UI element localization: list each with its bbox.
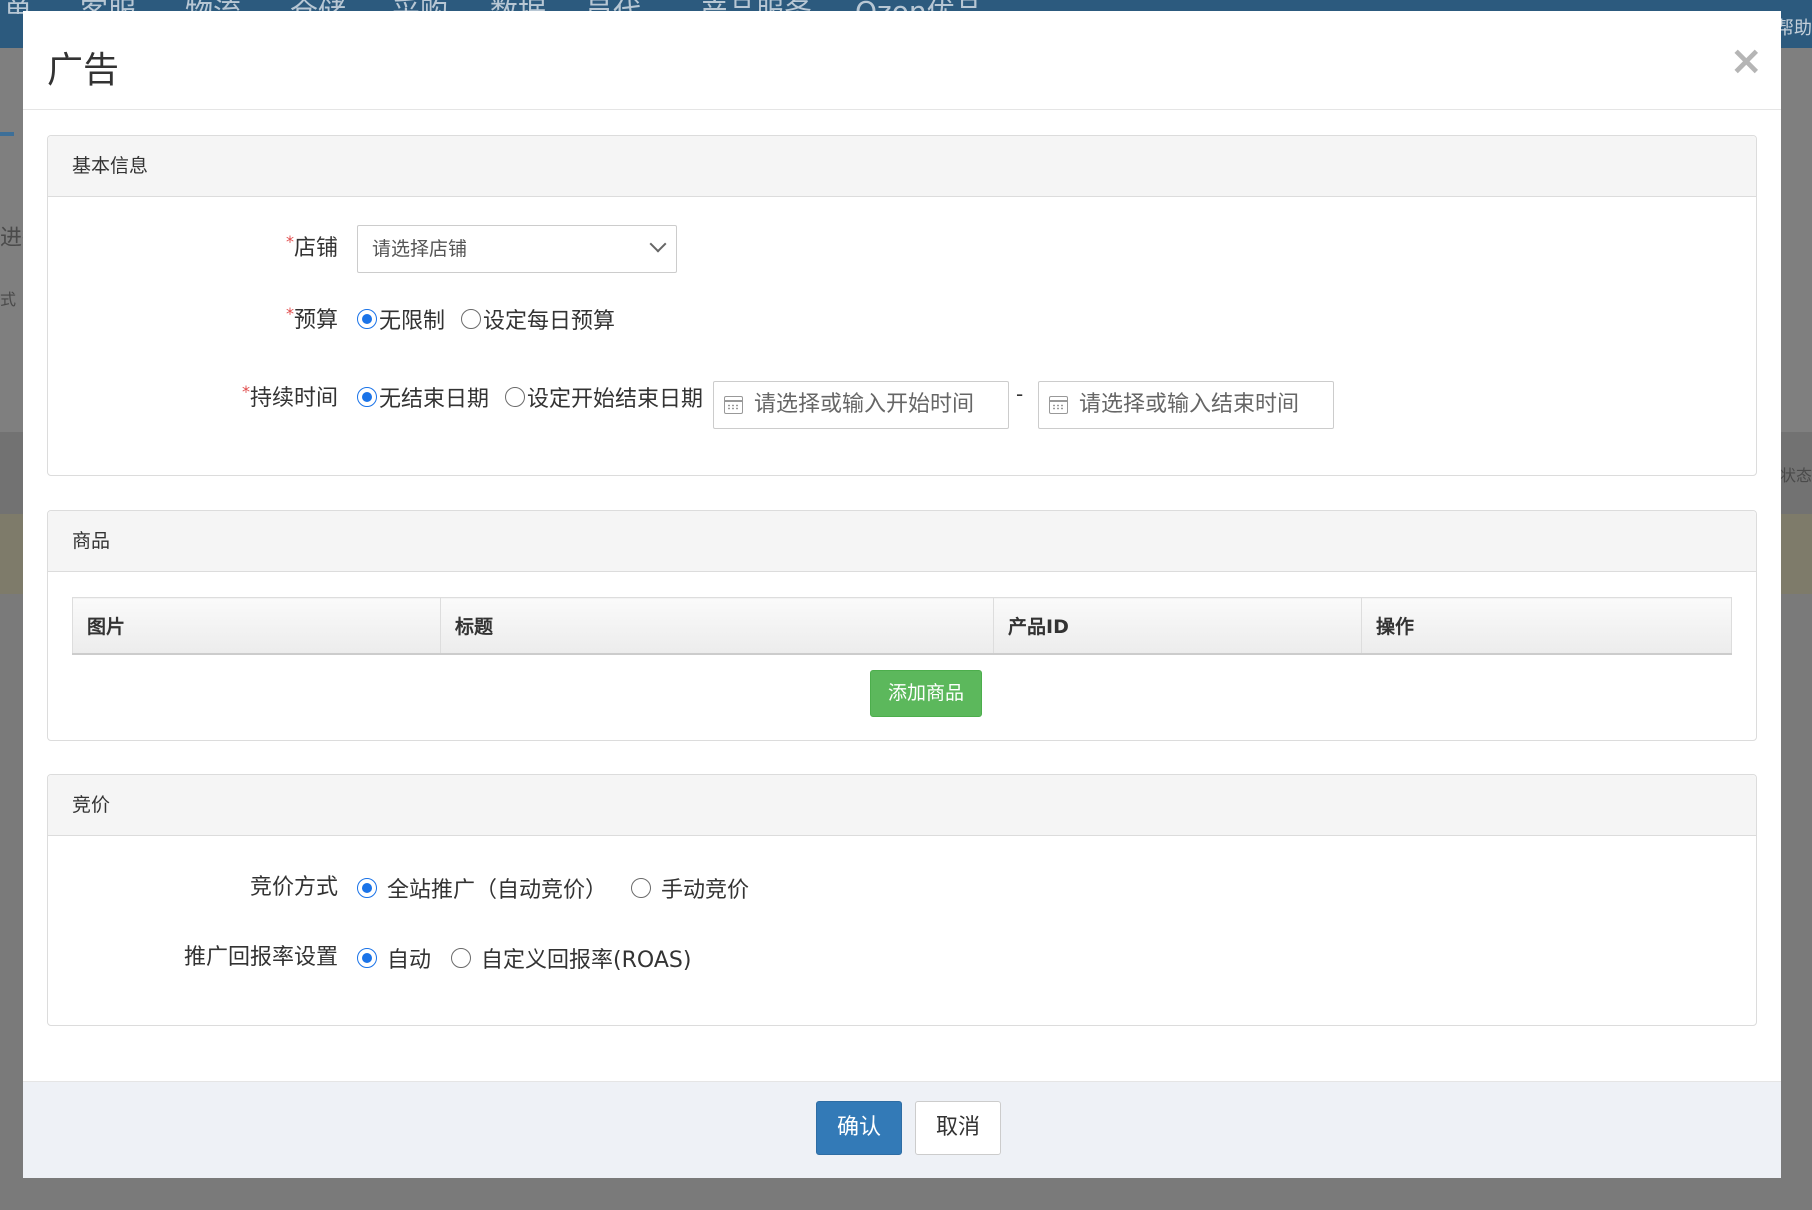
duration-radio-group: 无结束日期 设定开始结束日期 — [357, 381, 703, 413]
add-product-button[interactable]: 添加商品 — [870, 670, 982, 717]
products-panel: 商品 图片 标题 产品ID 操作 添加商品 — [47, 510, 1757, 741]
start-date-input[interactable]: 请选择或输入开始时间 — [713, 381, 1009, 429]
date-separator: - — [1016, 382, 1024, 406]
bid-method-radio-group: 全站推广（自动竞价） 手动竞价 — [357, 872, 749, 904]
products-table: 图片 标题 产品ID 操作 — [72, 597, 1732, 655]
table-header-row: 图片 标题 产品ID 操作 — [72, 597, 1732, 655]
modal-header: 广告 × — [23, 11, 1781, 110]
budget-daily-radio[interactable] — [461, 309, 482, 329]
required-mark: * — [285, 232, 294, 251]
budget-daily-label[interactable]: 设定每日预算 — [483, 303, 615, 335]
roas-label: 推广回报率设置 — [183, 945, 338, 970]
no-end-date-radio[interactable] — [357, 387, 377, 407]
bidding-heading: 竞价 — [48, 775, 1756, 836]
column-header-actions: 操作 — [1361, 597, 1732, 655]
set-dates-radio[interactable] — [505, 387, 526, 407]
roas-custom-radio[interactable] — [451, 948, 472, 968]
no-end-date-label[interactable]: 无结束日期 — [379, 381, 489, 413]
bidding-panel: 竞价 竞价方式 全站推广（自动竞价） 手动竞价 推广回报率设置 自动 自定义回报… — [47, 774, 1757, 1026]
bg-text: 状态 — [1779, 466, 1812, 485]
calendar-icon — [1048, 396, 1068, 414]
chevron-down-icon — [649, 235, 667, 253]
products-heading: 商品 — [48, 511, 1756, 572]
start-date-placeholder: 请选择或输入开始时间 — [754, 392, 975, 417]
duration-label: *持续时间 — [48, 380, 338, 412]
modal-body: 基本信息 *店铺 请选择店铺 *预算 无限制 设定每日预算 *持续时间 无结束日… — [23, 111, 1781, 1093]
manual-bid-label[interactable]: 手动竞价 — [661, 872, 749, 904]
required-mark: * — [241, 382, 250, 401]
roas-radio-group: 自动 自定义回报率(ROAS) — [357, 942, 691, 974]
budget-radio-group: 无限制 设定每日预算 — [357, 303, 615, 335]
close-icon[interactable]: × — [1729, 41, 1763, 81]
manual-bid-radio[interactable] — [631, 878, 652, 898]
basic-info-panel: 基本信息 *店铺 请选择店铺 *预算 无限制 设定每日预算 *持续时间 无结束日… — [47, 135, 1757, 476]
store-select-placeholder: 请选择店铺 — [372, 238, 468, 260]
modal-title: 广告 — [47, 50, 120, 91]
confirm-button[interactable]: 确认 — [816, 1101, 902, 1155]
store-select[interactable]: 请选择店铺 — [357, 225, 677, 273]
required-mark: * — [285, 304, 294, 323]
store-label-text: 店铺 — [293, 236, 338, 261]
bg-accent-bar — [0, 132, 14, 136]
end-date-input[interactable]: 请选择或输入结束时间 — [1038, 381, 1334, 429]
cancel-button[interactable]: 取消 — [915, 1101, 1001, 1155]
bg-text: 式 — [0, 290, 17, 309]
budget-label: *预算 — [48, 302, 338, 334]
auto-bid-label[interactable]: 全站推广（自动竞价） — [387, 872, 607, 904]
roas-auto-radio[interactable] — [357, 948, 377, 968]
ad-modal: 广告 × 基本信息 *店铺 请选择店铺 *预算 无限制 设定每日预算 *持续时间… — [23, 11, 1781, 1178]
column-header-title: 标题 — [440, 597, 994, 655]
budget-unlimited-label[interactable]: 无限制 — [379, 303, 445, 335]
store-label: *店铺 — [48, 230, 338, 262]
auto-bid-radio[interactable] — [357, 878, 377, 898]
budget-label-text: 预算 — [293, 308, 338, 333]
modal-footer: 确认 取消 — [23, 1081, 1781, 1178]
set-dates-label[interactable]: 设定开始结束日期 — [527, 381, 703, 413]
basic-info-heading: 基本信息 — [48, 136, 1756, 197]
end-date-placeholder: 请选择或输入结束时间 — [1079, 392, 1300, 417]
roas-auto-label[interactable]: 自动 — [387, 942, 431, 974]
roas-custom-label[interactable]: 自定义回报率(ROAS) — [481, 942, 691, 974]
budget-unlimited-radio[interactable] — [357, 309, 377, 329]
bg-help-link: 帮助 — [1776, 18, 1812, 39]
bid-method-label: 竞价方式 — [249, 875, 338, 900]
column-header-product-id: 产品ID — [993, 597, 1362, 655]
column-header-image: 图片 — [72, 597, 441, 655]
duration-label-text: 持续时间 — [249, 386, 338, 411]
calendar-icon — [723, 396, 743, 414]
